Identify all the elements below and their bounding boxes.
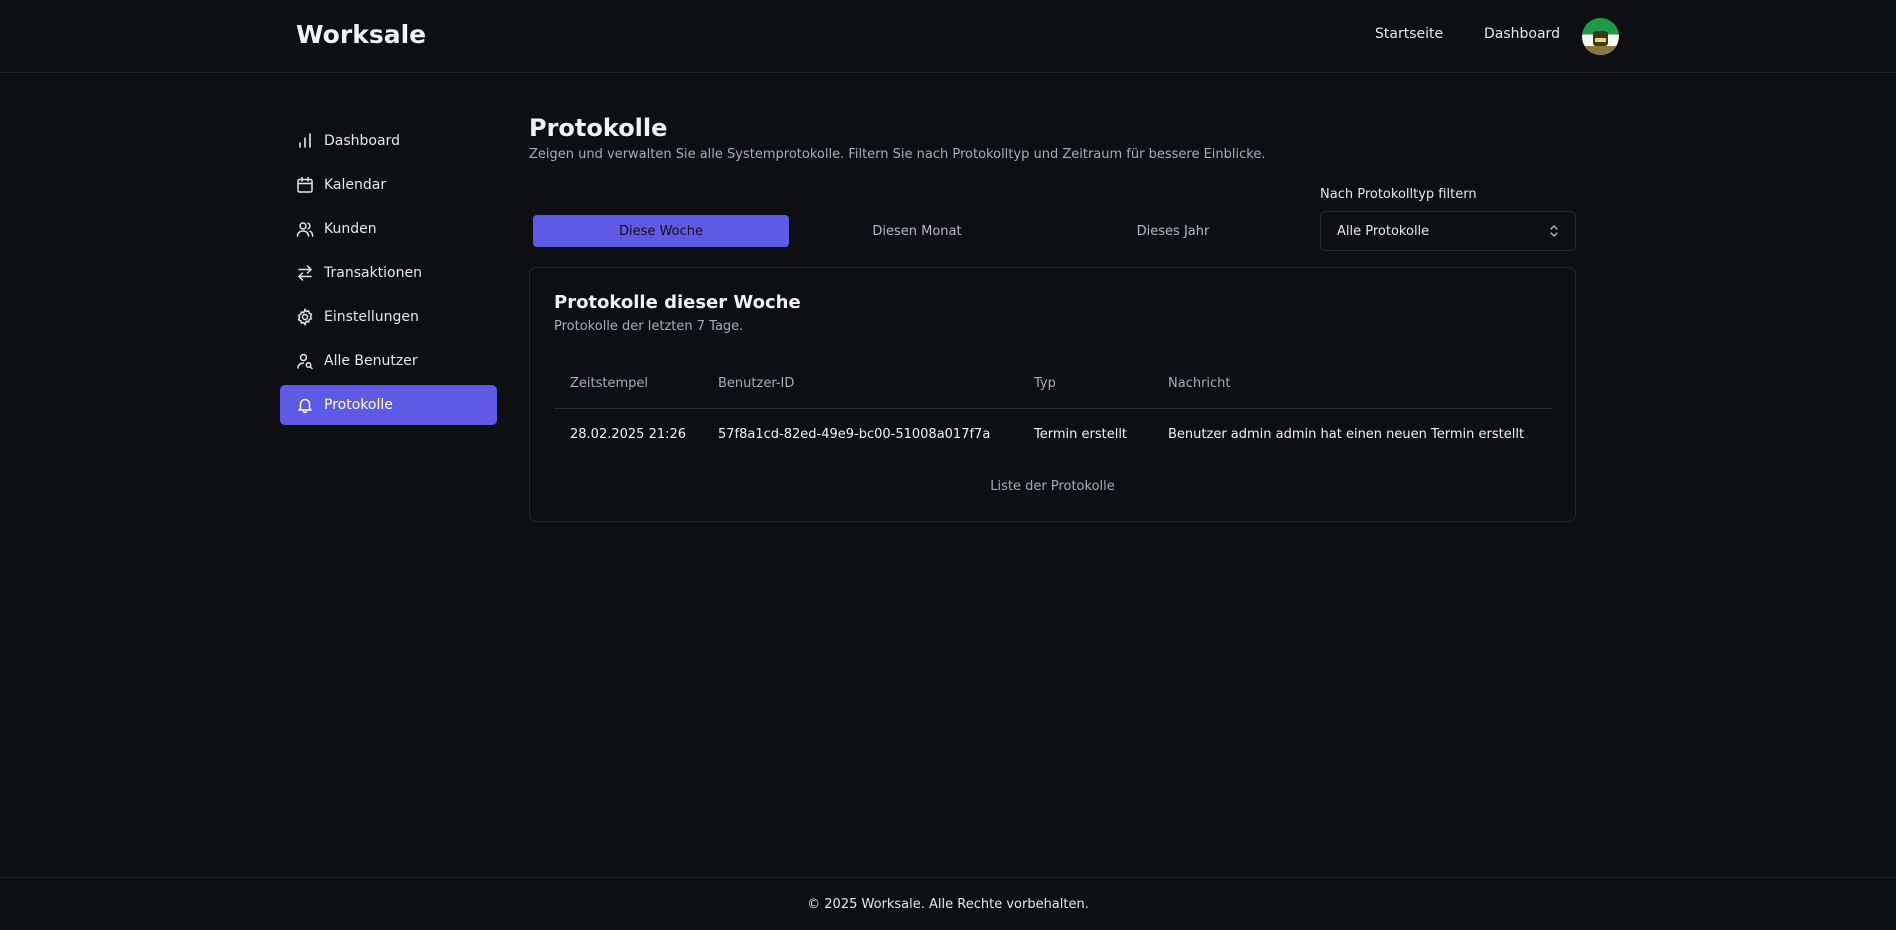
tab-diese-woche[interactable]: Diese Woche — [533, 215, 789, 247]
avatar-base — [1582, 46, 1619, 55]
column-header-zeitstempel: Zeitstempel — [570, 376, 649, 391]
sidebar-item-kalendar[interactable]: Kalendar — [280, 165, 497, 205]
tab-diesen-monat[interactable]: Diesen Monat — [789, 215, 1045, 247]
header-divider — [554, 408, 1552, 409]
bell-icon — [296, 396, 314, 414]
card-title: Protokolle dieser Woche — [554, 292, 801, 313]
sidebar-item-label: Kalendar — [324, 177, 387, 193]
gear-icon — [296, 308, 314, 326]
page-title: Protokolle — [529, 114, 668, 142]
period-tabs: Diese Woche Diesen Monat Dieses Jahr — [529, 212, 1301, 252]
sidebar-item-label: Einstellungen — [324, 309, 419, 325]
sidebar-item-label: Protokolle — [324, 397, 393, 413]
avatar-mouth — [1595, 38, 1606, 42]
user-avatar[interactable] — [1582, 18, 1619, 55]
sidebar-item-label: Kunden — [324, 221, 377, 237]
column-header-nachricht: Nachricht — [1168, 376, 1231, 391]
sidebar: Dashboard Kalendar Kunden Transaktionen — [280, 121, 497, 429]
sidebar-item-einstellungen[interactable]: Einstellungen — [280, 297, 497, 337]
card-subtitle: Protokolle der letzten 7 Tage. — [554, 319, 744, 334]
cell-typ: Termin erstellt — [1034, 427, 1128, 442]
cell-benutzer-id: 57f8a1cd-82ed-49e9-bc00-51008a017f7a — [718, 427, 991, 442]
cell-nachricht: Benutzer admin admin hat einen neuen Ter… — [1168, 427, 1525, 442]
sidebar-item-transaktionen[interactable]: Transaktionen — [280, 253, 497, 293]
user-search-icon — [296, 352, 314, 370]
footer: © 2025 Worksale. Alle Rechte vorbehalten… — [0, 877, 1896, 930]
nav-link-dashboard[interactable]: Dashboard — [1484, 26, 1560, 42]
cell-zeitstempel: 28.02.2025 21:26 — [570, 427, 687, 442]
sidebar-item-alle-benutzer[interactable]: Alle Benutzer — [280, 341, 497, 381]
nav-link-startseite[interactable]: Startseite — [1375, 26, 1443, 42]
sidebar-item-dashboard[interactable]: Dashboard — [280, 121, 497, 161]
sidebar-item-label: Alle Benutzer — [324, 353, 418, 369]
sidebar-item-protokolle[interactable]: Protokolle — [280, 385, 497, 425]
logs-card: Protokolle dieser Woche Protokolle der l… — [529, 267, 1576, 522]
log-type-select[interactable]: Alle Protokolle — [1320, 211, 1576, 251]
users-icon — [296, 220, 314, 238]
sidebar-item-kunden[interactable]: Kunden — [280, 209, 497, 249]
bar-chart-icon — [296, 132, 314, 150]
log-type-select-value: Alle Protokolle — [1337, 223, 1430, 239]
top-header: Worksale Startseite Dashboard — [0, 0, 1896, 73]
column-header-benutzer-id: Benutzer-ID — [718, 376, 795, 391]
brand-logo-text[interactable]: Worksale — [296, 20, 426, 49]
footer-copyright: © 2025 Worksale. Alle Rechte vorbehalten… — [807, 896, 1089, 912]
column-header-typ: Typ — [1034, 376, 1056, 391]
arrows-left-right-icon — [296, 264, 314, 282]
tab-dieses-jahr[interactable]: Dieses Jahr — [1045, 215, 1301, 247]
filter-label: Nach Protokolltyp filtern — [1320, 187, 1477, 202]
sidebar-item-label: Transaktionen — [324, 265, 422, 281]
chevron-up-down-icon — [1547, 223, 1561, 239]
calendar-icon — [296, 176, 314, 194]
sidebar-item-label: Dashboard — [324, 133, 400, 149]
table-caption: Liste der Protokolle — [990, 479, 1115, 494]
page-subtitle: Zeigen und verwalten Sie alle Systemprot… — [529, 147, 1266, 162]
